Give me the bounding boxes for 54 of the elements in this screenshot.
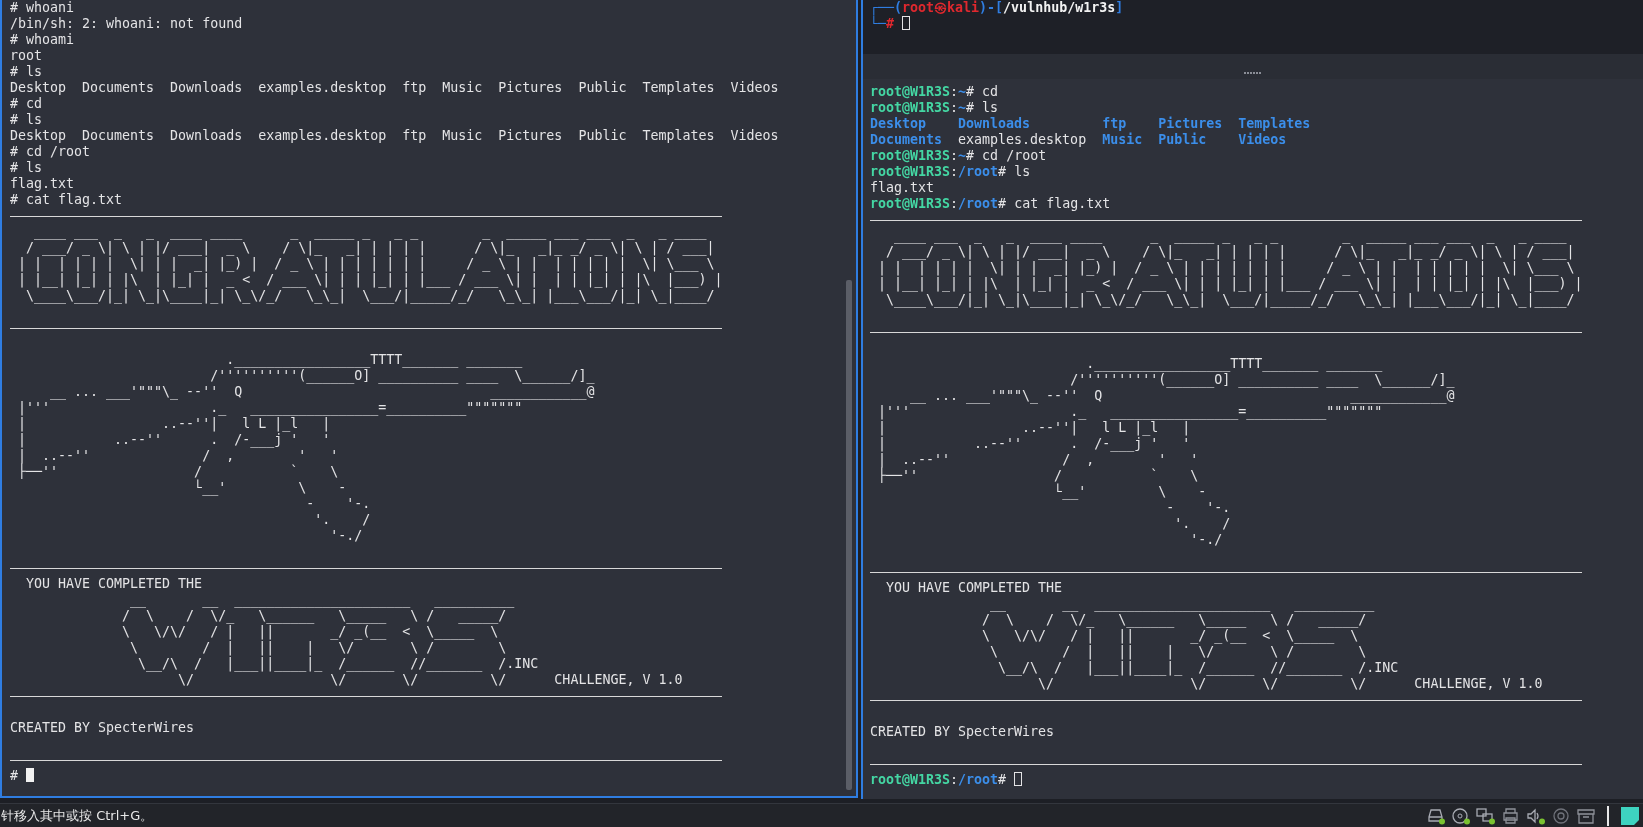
directory-name: Public xyxy=(1158,132,1208,148)
ascii-art: ____ ___ _ _ ____ ____ _ _____ _ _ _ _ _____ ___ ___ _ _ ____ / ___/ _ \| \ | |/ ___| _ \ / \|_ _| | | | | / \|_ _|_ _/ _ \| \ | / ___| | | | | | | \| | | _| |_) | / _ \ | | | | | | | / _ \ | | | | | | | \| \___ \ | |__| |_| | |\ | |_| | _ < / ___ \| | | |_| | |___ / ___ \| | | | |_| | |\ |___) | \____\___/|_| \_|\____|_| \_\/_/ \_\_| \___/|_____/_/ \_\_| |___\___/|_| \_|____/ xyxy=(877,228,1584,308)
terminal-line: Desktop Documents Downloads examples.desktop ftp Music Pictures Public Templates Videos xyxy=(10,128,780,144)
terminal-line: # whoani xyxy=(10,0,76,16)
terminal-line: # xyxy=(10,768,846,784)
ascii-art: ._________________TTTT_______ _______ /''''''''''(______O] __________ ____ \______/]_ __ ... ___'"""\_ --'' Q ____________@ |''' ._ ________________=__________""""""" | ..--''| l L |_l | | ..--'' . /-___j ' ' | ..--'' / , ' ' ├──'' / ` \ └__' \ - - '-. '. / '-./ xyxy=(877,356,1456,548)
disc-icon[interactable] xyxy=(1451,806,1471,825)
archive-box-icon[interactable] xyxy=(1576,806,1596,825)
terminal-line: # ls xyxy=(10,64,44,80)
file-name: examples.desktop xyxy=(958,132,1088,148)
scrollbar[interactable] xyxy=(846,280,852,790)
ascii-art: ._________________TTTT_______ _______ /''''''''''(______O] __________ ____ \______/]_ __ ... ___'"""\_ --'' Q ____________@ |''' ._ ________________=__________""""""" | ..--''| l L |_l | | ..--'' . /-___j ' ' | ..--'' / , ' ' ├──'' / ` \ └__' \ - - '-. '. / '-./ xyxy=(17,352,596,544)
prompt-line: ┌──(root㉿kali)-[/vulnhub/w1r3s] xyxy=(870,0,1125,16)
network-icon[interactable] xyxy=(1476,806,1496,825)
terminal-line: Desktop Documents Downloads examples.desktop ftp Music Pictures Public Templates Videos xyxy=(10,80,780,96)
prompt-line: root@W1R3S:/root# xyxy=(870,772,1643,788)
prompt-line: root@W1R3S:/root# cat flag.txt xyxy=(870,196,1112,212)
ascii-art: __ __ ______________________ __________ / \ / \/_ \______ \_____ \ / _____/ \ \/\/ / | || _/ _(__ < \_____ \ \ / | || | \/ \ / \ \__/\ / |___||____|_ /______ //_______ /.INC \/ \/ \/ \/ CHALLENGE, V 1.0 xyxy=(981,596,1544,692)
ascii-art: ____ ___ _ _ ____ ____ _ _____ _ _ _ _ _____ ___ ___ _ _ ____ / ___/ _ \| \ | |/ ___| _ \ / \|_ _| | | | | / \|_ _|_ _/ _ \| \ | / ___| | | | | | | \| | | _| |_) | / _ \ | | | | | | | / _ \ | | | | | | | \| \___ \ | |__| |_| | |\ | |_| | _ < / ___ \| | | |_| | |___ / ___ \| | | | |_| | |\ |___) | \____\___/|_| \_|\____|_| \_\/_/ \_\_| \___/|_____/_/ \_\_| |___\___/|_| \_|____/ xyxy=(17,224,724,304)
status-text: 针移入其中或按 Ctrl+G。 xyxy=(0,806,154,825)
terminal-line: # whoami xyxy=(10,32,76,48)
directory-name: Downloads xyxy=(958,116,1032,132)
speaker-icon[interactable] xyxy=(1526,806,1546,825)
terminal-line: YOU HAVE COMPLETED THE xyxy=(25,576,204,592)
directory-name: Videos xyxy=(1238,132,1288,148)
directory-name: Desktop xyxy=(870,116,928,132)
resize-handle-icon[interactable] xyxy=(1244,72,1262,75)
terminal-line: # cd /root xyxy=(10,144,92,160)
prompt-line: root@W1R3S:~# cd /root xyxy=(870,148,1048,164)
terminal-line: # ls xyxy=(10,112,44,128)
sticky-note-icon[interactable] xyxy=(1620,805,1640,826)
hard-drive-icon[interactable] xyxy=(1426,806,1446,825)
prompt-line: root@W1R3S:~# ls xyxy=(870,100,1000,116)
prompt-line: root@W1R3S:/root# ls xyxy=(870,164,1032,180)
terminal-line: # ls xyxy=(10,160,44,176)
terminal-line: flag.txt xyxy=(870,180,936,196)
terminal-line: root xyxy=(10,48,44,64)
terminal-line: CREATED BY SpecterWires xyxy=(10,720,196,736)
terminal-line: YOU HAVE COMPLETED THE xyxy=(885,580,1064,596)
directory-name: Templates xyxy=(1238,116,1311,132)
prompt-line: └─# xyxy=(870,16,1643,32)
directory-name: ftp xyxy=(1102,116,1128,132)
terminal-line: # cd xyxy=(10,96,44,112)
prompt-line: root@W1R3S:~# cd xyxy=(870,84,1000,100)
directory-name: Pictures xyxy=(1158,116,1224,132)
terminal-line: # cat flag.txt xyxy=(10,192,124,208)
ascii-art: __ __ ______________________ __________ / \ / \/_ \______ \_____ \ / _____/ \ \/\/ / | || _/ _(__ < \_____ \ \ / | || | \/ \ / \ \__/\ / |___||____|_ /______ //_______ /.INC \/ \/ \/ \/ CHALLENGE, V 1.0 xyxy=(121,592,684,688)
directory-name: Documents xyxy=(870,132,944,148)
printer-icon[interactable] xyxy=(1501,806,1521,825)
terminal-line: /bin/sh: 2: whoani: not found xyxy=(10,16,244,32)
directory-name: Music xyxy=(1102,132,1144,148)
record-icon[interactable] xyxy=(1551,806,1571,825)
terminal-line: flag.txt xyxy=(10,176,76,192)
terminal-line: CREATED BY SpecterWires xyxy=(870,724,1056,740)
